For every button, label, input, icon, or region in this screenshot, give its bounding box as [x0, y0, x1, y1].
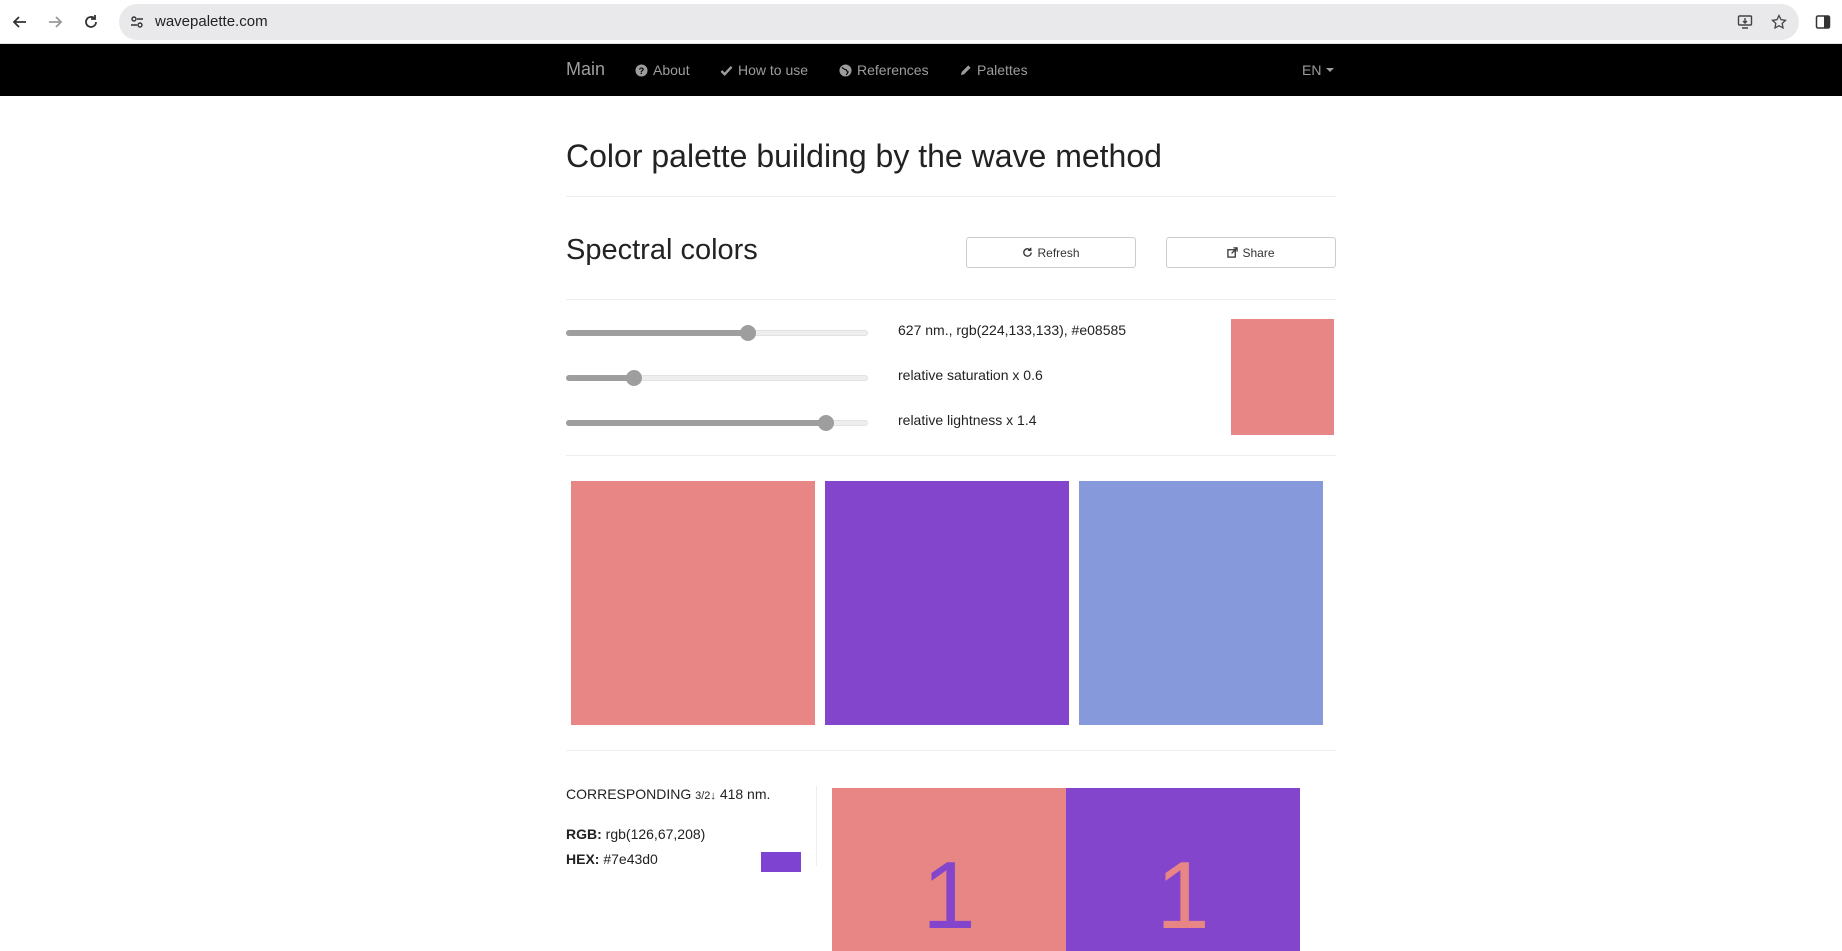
saturation-slider[interactable]: [566, 370, 868, 386]
nav-how-to-use-label: How to use: [738, 62, 809, 78]
contrast-pair-box: 1: [1066, 788, 1300, 951]
corresponding-heading: CORRESPONDING 3/2↓ 418 nm.: [566, 786, 770, 802]
bookmark-star-icon[interactable]: [1769, 12, 1789, 32]
lightness-slider[interactable]: [566, 415, 868, 431]
nav-palettes-label: Palettes: [977, 62, 1028, 78]
slider-fill: [566, 375, 634, 381]
palette-swatch[interactable]: [825, 481, 1069, 725]
divider: [566, 299, 1336, 300]
color-preview-swatch: [1231, 319, 1334, 435]
nav-references-label: References: [857, 62, 929, 78]
contrast-digit: 1: [922, 842, 976, 949]
language-dropdown[interactable]: EN: [1302, 62, 1335, 78]
forward-icon[interactable]: [43, 10, 67, 34]
hex-value: #7e43d0: [603, 851, 658, 867]
url-text[interactable]: wavepalette.com: [155, 13, 268, 30]
refresh-icon: [1023, 247, 1033, 257]
hex-label: HEX:: [566, 851, 600, 867]
rgb-value: rgb(126,67,208): [605, 826, 706, 842]
corresponding-title: CORRESPONDING: [566, 786, 692, 802]
hex-line: HEX: #7e43d0: [566, 851, 658, 867]
nav-palettes[interactable]: Palettes: [959, 62, 1028, 78]
contrast-pair-box: 1: [832, 788, 1066, 951]
corresponding-wavelength: 418 nm.: [719, 786, 771, 802]
divider: [566, 196, 1336, 197]
nav-about[interactable]: ? About: [635, 62, 690, 78]
share-icon: [1227, 247, 1239, 258]
palette-swatch[interactable]: [571, 481, 815, 725]
contrast-digit: 1: [1156, 842, 1210, 949]
caret-down-icon: [1326, 68, 1335, 72]
nav-about-label: About: [653, 62, 690, 78]
rgb-line: RGB: rgb(126,67,208): [566, 826, 705, 842]
slider-fill: [566, 330, 748, 336]
lightness-label: relative lightness x 1.4: [898, 412, 1037, 428]
rgb-label: RGB:: [566, 826, 602, 842]
wavelength-label: 627 nm., rgb(224,133,133), #e08585: [898, 322, 1127, 338]
check-icon: [720, 65, 733, 76]
nav-how-to-use[interactable]: How to use: [720, 62, 808, 78]
slider-thumb[interactable]: [740, 325, 756, 341]
svg-text:?: ?: [639, 66, 645, 76]
globe-icon: [839, 63, 852, 77]
reload-icon[interactable]: [79, 10, 103, 34]
slider-thumb[interactable]: [818, 415, 834, 431]
browser-toolbar: wavepalette.com: [0, 0, 1842, 44]
slider-fill: [566, 420, 826, 426]
pencil-icon: [960, 64, 971, 75]
question-circle-icon: ?: [635, 63, 648, 77]
brand-link[interactable]: Main: [566, 59, 605, 80]
share-button[interactable]: Share: [1166, 237, 1336, 268]
slider-thumb[interactable]: [626, 370, 642, 386]
vertical-divider: [816, 786, 817, 866]
corresponding-ratio: 3/2↓: [695, 790, 716, 802]
site-navbar: Main ? About How to use References Palet…: [0, 44, 1842, 96]
saturation-label: relative saturation x 0.6: [898, 367, 1043, 383]
nav-references[interactable]: References: [839, 62, 929, 78]
side-panel-icon[interactable]: [1812, 11, 1834, 33]
divider: [566, 455, 1336, 456]
corresponding-swatch: [761, 852, 801, 872]
site-info-icon[interactable]: [127, 12, 147, 32]
refresh-label: Refresh: [1037, 245, 1080, 260]
install-app-icon[interactable]: [1735, 12, 1755, 32]
divider: [566, 750, 1336, 751]
back-icon[interactable]: [8, 10, 32, 34]
page-title: Color palette building by the wave metho…: [566, 138, 1162, 174]
language-label: EN: [1302, 62, 1322, 78]
wavelength-slider[interactable]: [566, 325, 868, 341]
address-bar[interactable]: wavepalette.com: [119, 4, 1799, 40]
palette-swatch[interactable]: [1079, 481, 1323, 725]
share-label: Share: [1242, 245, 1275, 260]
refresh-button[interactable]: Refresh: [966, 237, 1136, 268]
section-title: Spectral colors: [566, 234, 758, 266]
